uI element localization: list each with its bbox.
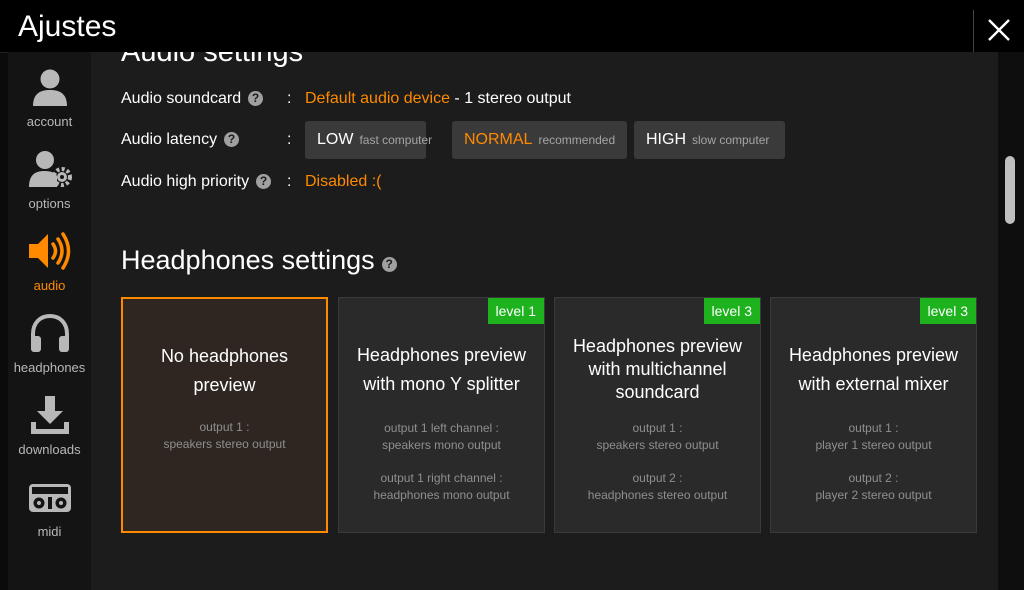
level-badge: level 3 [919, 298, 976, 324]
sidebar-item-midi[interactable]: midi [8, 468, 91, 546]
user-gear-icon [29, 151, 72, 187]
card-title: Headphones preview with external mixer [788, 345, 959, 394]
audio-soundcard-value: Default audio device - 1 stereo output [305, 90, 571, 108]
separator-colon: : [287, 131, 292, 148]
separator-colon: : [287, 173, 292, 190]
sidebar-item-headphones[interactable]: headphones [8, 304, 91, 382]
audio-soundcard-link[interactable]: Default audio device [305, 90, 450, 107]
speaker-icon [29, 232, 71, 270]
card-outputs: output 1 : speakers stereo output [163, 420, 286, 451]
card-title: No headphones preview [160, 346, 289, 395]
window-title: Ajustes [18, 10, 117, 43]
audio-soundcard-label: Audio soundcard [121, 90, 242, 107]
user-icon [33, 69, 67, 106]
card-title: Headphones preview with mono Y splitter [356, 345, 527, 394]
card-outputs: output 1 : speakers stereo output output … [587, 421, 728, 502]
settings-window: Ajustes account options audio headphones… [0, 0, 1024, 590]
help-icon[interactable]: ? [248, 91, 264, 106]
level-badge: level 3 [703, 298, 760, 324]
help-icon[interactable]: ? [256, 174, 272, 189]
audio-priority-value[interactable]: Disabled :( [305, 173, 381, 191]
card-outputs: output 1 : player 1 stereo output output … [815, 421, 932, 502]
vertical-scrollbar[interactable] [998, 52, 1024, 590]
sidebar-item-label: midi [37, 524, 62, 539]
latency-high-button[interactable]: HIGH slow computer [634, 121, 785, 159]
settings-content: Audio settings Audio soundcard? : Defaul… [91, 52, 998, 590]
sidebar: account options audio headphones downloa… [8, 52, 91, 590]
audio-priority-label: Audio high priority [121, 173, 250, 190]
sidebar-item-audio[interactable]: audio [8, 222, 91, 300]
audio-settings-heading: Audio settings [121, 52, 304, 68]
audio-soundcard-row: Audio soundcard? [121, 90, 264, 108]
card-title: Headphones preview with multichannel sound… [572, 336, 743, 402]
sidebar-item-downloads[interactable]: downloads [8, 386, 91, 464]
close-button[interactable] [973, 10, 1024, 52]
sidebar-item-label: options [28, 196, 71, 211]
headphones-option-mono-splitter[interactable]: level 1 Headphones preview with mono Y sp… [338, 297, 545, 533]
audio-priority-row: Audio high priority? [121, 173, 272, 191]
headphones-option-none[interactable]: No headphones preview output 1 : speakers … [121, 297, 328, 533]
headphones-icon [31, 313, 69, 352]
help-icon[interactable]: ? [224, 132, 240, 147]
scrollbar-thumb[interactable] [1005, 156, 1015, 224]
audio-latency-label: Audio latency [121, 131, 218, 148]
level-badge: level 1 [487, 298, 544, 324]
audio-soundcard-suffix: - 1 stereo output [449, 90, 571, 107]
sidebar-item-label: downloads [18, 442, 81, 457]
sidebar-item-label: headphones [13, 360, 86, 375]
card-outputs: output 1 left channel : speakers mono out… [373, 421, 510, 502]
sidebar-item-label: audio [33, 278, 66, 293]
latency-low-button[interactable]: LOW fast computer [305, 121, 432, 159]
sidebar-item-options[interactable]: options [8, 140, 91, 218]
midi-controller-icon [29, 484, 71, 512]
download-icon [31, 396, 69, 434]
latency-normal-button[interactable]: NORMAL recommended [452, 121, 627, 159]
audio-latency-row: Audio latency? [121, 131, 240, 149]
title-bar: Ajustes [0, 0, 1024, 53]
headphones-option-external-mixer[interactable]: level 3 Headphones preview with external … [770, 297, 977, 533]
sidebar-item-account[interactable]: account [8, 58, 91, 136]
close-icon [988, 19, 1010, 41]
headphones-settings-heading: Headphones settings? [121, 245, 397, 276]
help-icon[interactable]: ? [381, 257, 397, 272]
headphones-option-multichannel[interactable]: level 3 Headphones preview with multichan… [554, 297, 761, 533]
sidebar-item-label: account [26, 114, 73, 129]
separator-colon: : [287, 90, 292, 107]
